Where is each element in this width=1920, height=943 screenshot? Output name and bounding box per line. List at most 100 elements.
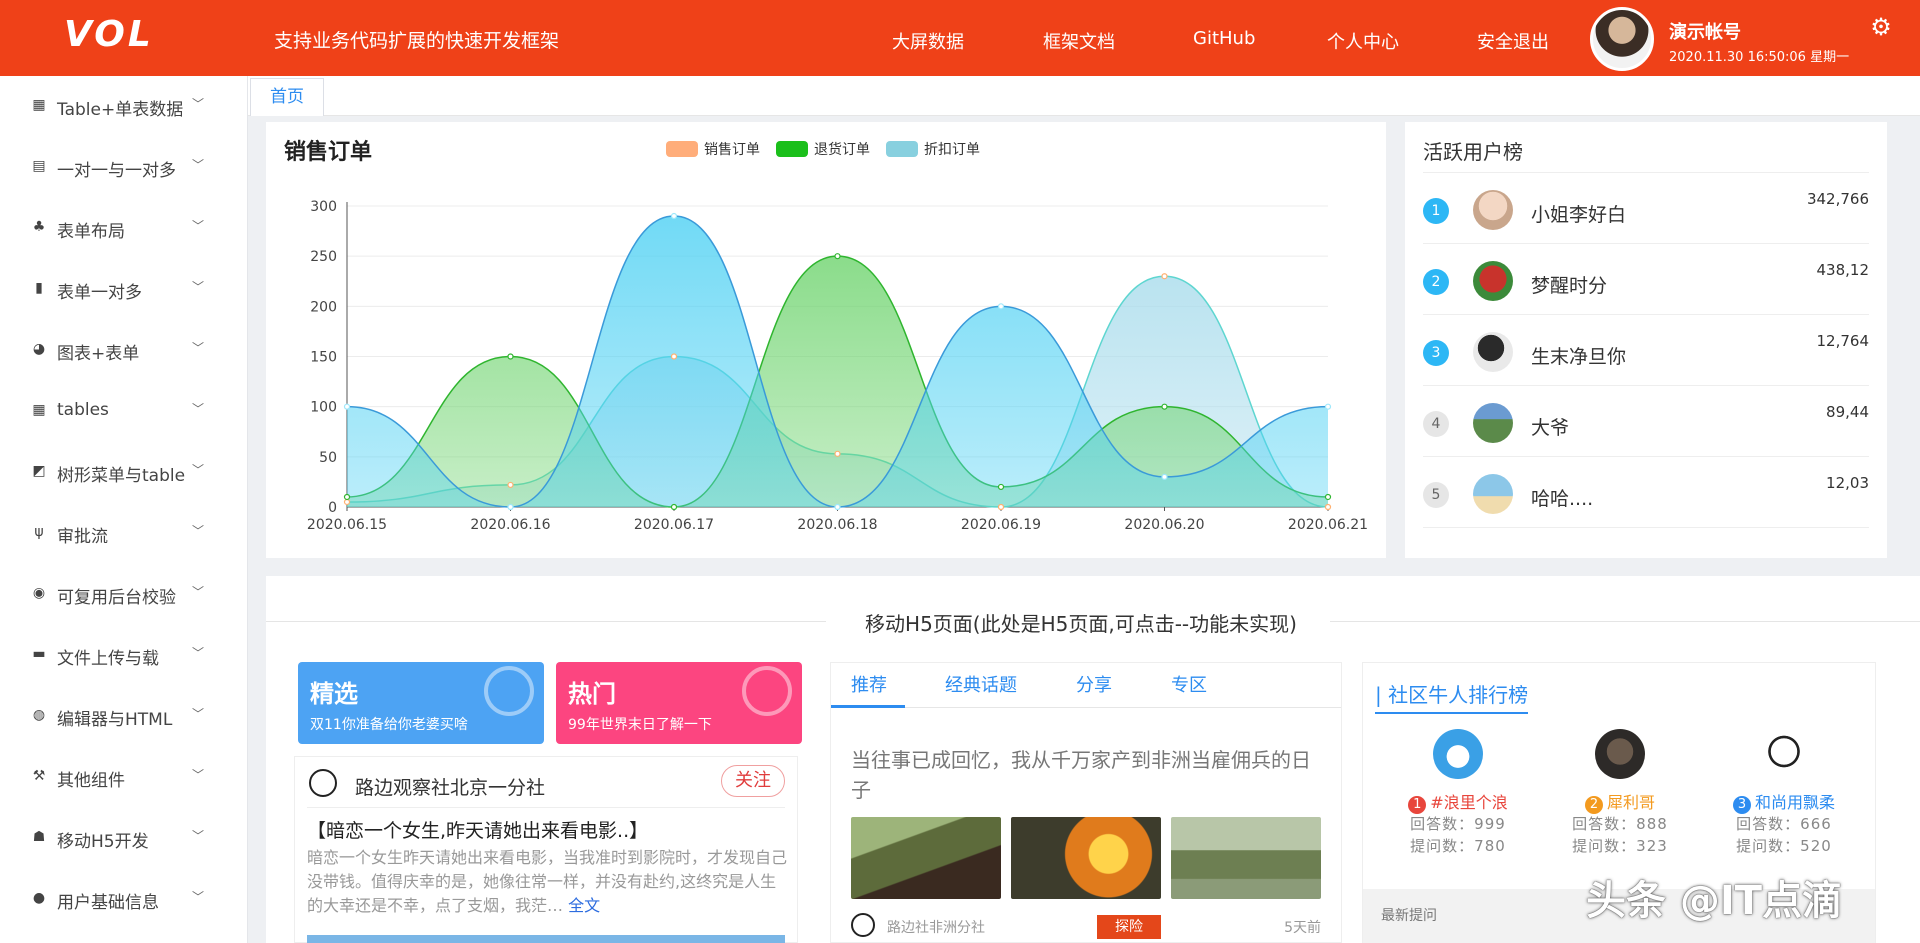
chevron-down-icon: ﹀	[192, 890, 205, 904]
divider	[307, 807, 785, 808]
ranking-person[interactable]: 1 #浪里个浪 回答数：999 提问数：780	[1383, 729, 1533, 869]
ranking-person[interactable]: 3 和尚用飘柔 回答数：666 提问数：520	[1709, 729, 1859, 869]
chevron-down-icon: ﹀	[192, 219, 205, 233]
user-name: 哈哈....	[1531, 488, 1594, 510]
sidebar-item-label: 图表+表单	[57, 344, 140, 364]
person-name: 和尚用飘柔	[1754, 793, 1835, 812]
cluster-icon: ♣	[32, 219, 46, 235]
sidebar-item-editor-html[interactable]: ◍ 编辑器与HTML ﹀	[0, 691, 248, 739]
divider	[831, 707, 1341, 708]
data-point	[1161, 473, 1168, 480]
data-point	[1324, 503, 1332, 511]
sidebar-item-tree-table[interactable]: ◩ 树形菜单与table ﹀	[0, 447, 248, 495]
gear-icon[interactable]: ⚙	[1868, 14, 1894, 40]
sidebar-item-other-components[interactable]: ⚒ 其他组件 ﹀	[0, 752, 248, 800]
android-icon: ☗	[32, 829, 46, 845]
sidebar-item-label: 用户基础信息	[57, 893, 159, 913]
avatar	[1473, 190, 1513, 230]
active-users-title: 活跃用户榜	[1423, 140, 1523, 164]
chevron-down-icon: ﹀	[192, 402, 205, 416]
wave-icon	[742, 666, 792, 716]
tab-recommend[interactable]: 推荐	[851, 671, 887, 697]
pie-icon: ◕	[32, 341, 46, 357]
promo-featured-card[interactable]: 精选 双11你准备给你老婆买啥	[298, 662, 544, 744]
sidebar-item-mobile-h5[interactable]: ☗ 移动H5开发 ﹀	[0, 813, 248, 861]
nav-dashboard-link[interactable]: 大屏数据	[892, 28, 964, 54]
ranking-person[interactable]: 2 犀利哥 回答数：888 提问数：323	[1545, 729, 1695, 869]
avatar	[1595, 729, 1645, 779]
chevron-down-icon: ﹀	[192, 524, 205, 538]
nav-docs-link[interactable]: 框架文档	[1043, 28, 1115, 54]
user-avatar[interactable]	[1590, 7, 1654, 71]
news-image	[307, 935, 785, 943]
compass-icon: ◍	[32, 707, 46, 723]
sidebar-item-form-layout[interactable]: ♣ 表单布局 ﹀	[0, 203, 248, 251]
avatar	[1473, 261, 1513, 301]
y-tick-label: 0	[328, 500, 337, 516]
line-chart-icon: ◩	[32, 463, 46, 479]
rank-row[interactable]: 5 哈哈.... 12,03	[1423, 458, 1869, 528]
h5-section-title[interactable]: 移动H5页面(此处是H5页面,可点击--功能未实现)	[266, 608, 1896, 637]
tab-home[interactable]: 首页	[250, 78, 324, 116]
sidebar-item-user-info[interactable]: ● 用户基础信息 ﹀	[0, 874, 248, 922]
tab-zone[interactable]: 专区	[1171, 671, 1207, 697]
article-title[interactable]: 当往事已成回忆，我从千万家产到非洲当雇佣兵的日子	[851, 745, 1321, 805]
sidebar-item-one-to-many[interactable]: ▤ 一对一与一对多 ﹀	[0, 142, 248, 190]
sidebar-item-table-single[interactable]: ▦ Table+单表数据 ﹀	[0, 81, 248, 129]
question-count: 提问数：780	[1410, 837, 1506, 855]
topic-tabs-card: 推荐 经典话题 分享 专区 当往事已成回忆，我从千万家产到非洲当雇佣兵的日子 路…	[830, 662, 1342, 943]
panda-avatar	[309, 769, 337, 797]
tab-classic-topics[interactable]: 经典话题	[945, 671, 1017, 697]
x-tick-label: 2020.06.20	[1124, 517, 1204, 533]
sidebar-item-tables[interactable]: ▦ tables ﹀	[0, 386, 248, 434]
sidebar-item-file-upload[interactable]: ▬ 文件上传与载 ﹀	[0, 630, 248, 678]
article-tag[interactable]: 探险	[1097, 915, 1161, 939]
sidebar-item-validation[interactable]: ◉ 可复用后台校验 ﹀	[0, 569, 248, 617]
folder-icon: ▬	[32, 646, 46, 662]
data-point	[1324, 403, 1332, 410]
read-more-link[interactable]: 全文	[568, 896, 600, 915]
article-time: 5天前	[1284, 920, 1321, 936]
app-logo[interactable]: VOL	[64, 14, 154, 55]
planet-icon	[484, 666, 534, 716]
data-point	[670, 503, 678, 511]
watermark: 头条 @IT点滴	[1586, 878, 1843, 924]
rank-badge: 1	[1423, 198, 1449, 224]
article-image[interactable]	[851, 817, 1001, 899]
news-headline[interactable]: 【暗恋一个女生,昨天请她出来看电影..】	[307, 817, 789, 845]
bar-icon: ▮	[35, 280, 43, 296]
avatar	[1759, 729, 1809, 779]
x-tick-label: 2020.06.21	[1288, 517, 1368, 533]
nav-logout-link[interactable]: 安全退出	[1477, 28, 1549, 54]
rank-row[interactable]: 4 大爷 89,44	[1423, 387, 1869, 457]
chevron-down-icon: ﹀	[192, 585, 205, 599]
fork-icon: ψ	[34, 524, 44, 540]
follow-button[interactable]: 关注	[721, 765, 785, 797]
rank-row[interactable]: 3 生末净旦你 12,764	[1423, 316, 1869, 386]
x-tick-label: 2020.06.16	[470, 517, 550, 533]
tab-share[interactable]: 分享	[1076, 671, 1112, 697]
article-author: 路边社非洲分社	[887, 920, 985, 936]
news-card[interactable]: 路边观察社北京一分社 关注 【暗恋一个女生,昨天请她出来看电影..】 暗恋一个女…	[294, 756, 798, 943]
chevron-down-icon: ﹀	[192, 707, 205, 721]
sidebar-item-chart-form[interactable]: ◕ 图表+表单 ﹀	[0, 325, 248, 373]
promo-hot-card[interactable]: 热门 99年世界末日了解一下	[556, 662, 802, 744]
chevron-down-icon: ﹀	[192, 768, 205, 782]
answer-count: 回答数：888	[1572, 815, 1668, 833]
rank-row[interactable]: 2 梦醒时分 438,12	[1423, 245, 1869, 315]
sidebar-item-form-one-to-many[interactable]: ▮ 表单一对多 ﹀	[0, 264, 248, 312]
rank-number: 2	[1584, 796, 1603, 814]
article-image[interactable]	[1171, 817, 1321, 899]
article-image[interactable]	[1011, 817, 1161, 899]
nav-github-link[interactable]: GitHub	[1193, 28, 1255, 49]
sidebar-item-approval-flow[interactable]: ψ 审批流 ﹀	[0, 508, 248, 556]
rank-row[interactable]: 1 小姐李好白 342,766	[1423, 174, 1869, 244]
nav-profile-link[interactable]: 个人中心	[1327, 28, 1399, 54]
data-point	[997, 303, 1005, 310]
person-name: 犀利哥	[1606, 793, 1655, 812]
sidebar-item-label: 一对一与一对多	[57, 161, 176, 181]
chevron-down-icon: ﹀	[192, 341, 205, 355]
x-tick-label: 2020.06.19	[961, 517, 1041, 533]
y-tick-label: 300	[310, 199, 337, 215]
hammer-icon: ⚒	[32, 768, 46, 784]
